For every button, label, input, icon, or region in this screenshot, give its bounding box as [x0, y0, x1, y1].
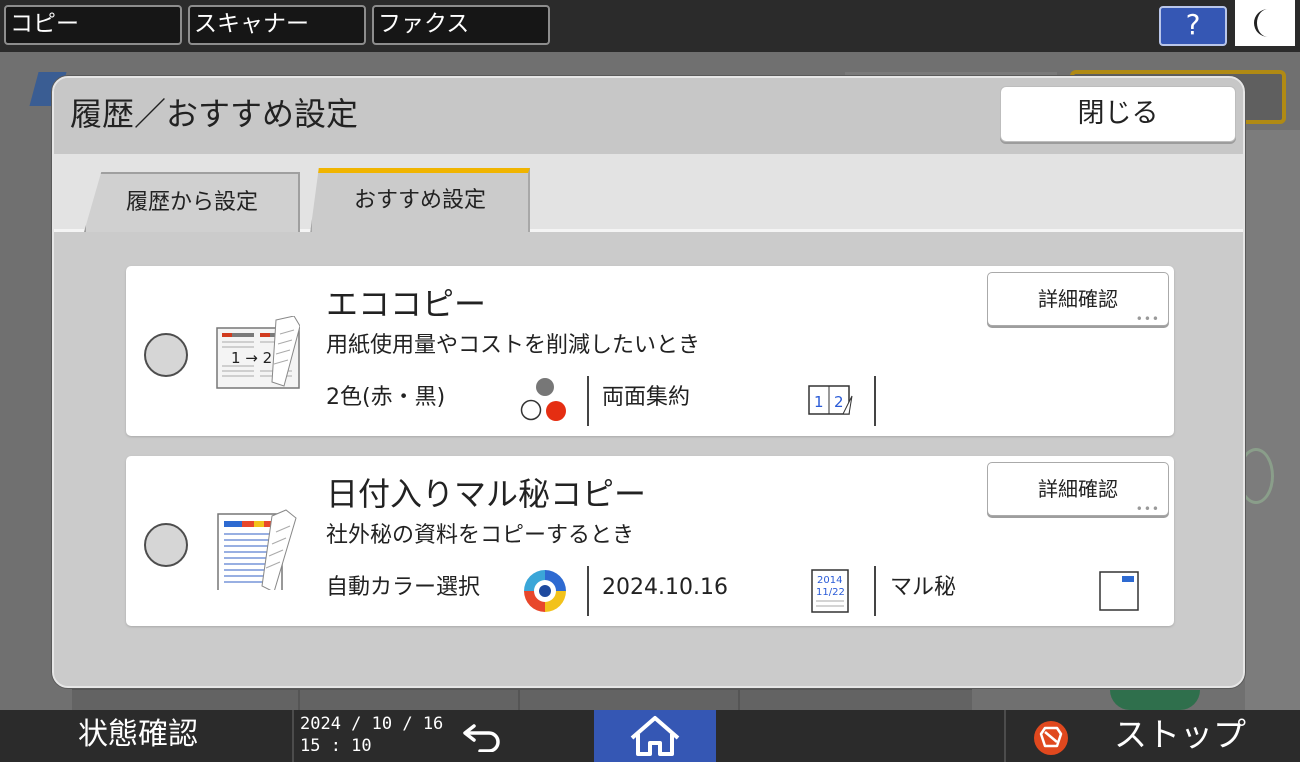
- preset-description: 社外秘の資料をコピーするとき: [326, 523, 635, 548]
- divider: [587, 566, 589, 616]
- tab-fax[interactable]: ファクス: [372, 5, 550, 45]
- top-bar: コピー スキャナー ファクス ?: [0, 0, 1300, 52]
- back-icon[interactable]: [462, 720, 504, 752]
- moon-icon: [1254, 9, 1268, 37]
- divider: [874, 566, 876, 616]
- date-stamp-icon: 2014 11/22: [811, 569, 849, 613]
- tab-history[interactable]: 履歴から設定: [84, 172, 300, 232]
- more-icon: •••: [1135, 502, 1160, 516]
- auto-color-icon: [524, 570, 566, 612]
- date-text: 2024 / 10 / 16: [300, 714, 444, 734]
- preset-settings-row: 自動カラー選択: [326, 571, 480, 605]
- more-icon: •••: [1135, 312, 1160, 326]
- tab-copy[interactable]: コピー: [4, 5, 182, 45]
- divider: [874, 376, 876, 426]
- dated-confidential-thumbnail-icon: [217, 509, 297, 590]
- setting-label: 自動カラー選択: [326, 575, 481, 600]
- close-button[interactable]: 閉じる: [1000, 86, 1236, 142]
- preset-radio[interactable]: [144, 333, 188, 377]
- background-start-button: [1110, 690, 1200, 710]
- background-panel: [1245, 130, 1300, 710]
- preset-card[interactable]: 1 → 2 エココピー 用紙使用量やコストを削減したいとき 2色(赤・黒) 両面…: [126, 266, 1174, 436]
- home-icon: [630, 716, 680, 756]
- time-text: 15 : 10: [300, 736, 372, 756]
- thumb-label: 1 → 2: [231, 349, 272, 367]
- duplex-combine-icon: 1 2: [808, 385, 853, 415]
- setting-label: 両面集約: [602, 385, 691, 410]
- preset-settings-row: 両面集約: [602, 381, 690, 415]
- preset-title: 日付入りマル秘コピー: [326, 475, 647, 513]
- divider: [587, 376, 589, 426]
- two-color-icon: [520, 378, 566, 421]
- tab-scanner[interactable]: スキャナー: [188, 5, 366, 45]
- dialog-title: 履歴／おすすめ設定: [70, 95, 359, 133]
- clock: 2024 / 10 / 16 15 : 10: [300, 713, 443, 757]
- stop-button[interactable]: ストップ: [1114, 710, 1246, 760]
- tab-bar: 履歴から設定 おすすめ設定: [54, 154, 1243, 234]
- tab-recommended[interactable]: おすすめ設定: [310, 168, 530, 234]
- detail-button[interactable]: 詳細確認 •••: [987, 462, 1169, 516]
- preset-radio[interactable]: [144, 523, 188, 567]
- setting-label: 2024.10.16: [602, 575, 728, 600]
- svg-text:1: 1: [814, 393, 824, 411]
- svg-text:11/22: 11/22: [816, 587, 845, 598]
- preset-description: 用紙使用量やコストを削減したいとき: [326, 333, 701, 358]
- divider: [1004, 710, 1006, 762]
- preset-list: 1 → 2 エココピー 用紙使用量やコストを削減したいとき 2色(赤・黒) 両面…: [54, 232, 1243, 686]
- setting-label: 2色(赤・黒): [326, 385, 446, 410]
- eco-copy-thumbnail-icon: 1 → 2: [216, 316, 300, 389]
- detail-label: 詳細確認: [1038, 477, 1118, 501]
- preset-settings-row: 2024.10.16: [602, 571, 728, 605]
- detail-button[interactable]: 詳細確認 •••: [987, 272, 1169, 326]
- preset-card[interactable]: 日付入りマル秘コピー 社外秘の資料をコピーするとき 自動カラー選択 2024.1…: [126, 456, 1174, 626]
- home-button[interactable]: [594, 710, 716, 762]
- recall-dialog: 履歴／おすすめ設定 閉じる 履歴から設定 おすすめ設定 1 → 2 エココピー …: [52, 76, 1245, 688]
- detail-label: 詳細確認: [1038, 287, 1118, 311]
- confidential-stamp-icon: [1099, 571, 1139, 611]
- dialog-header: 履歴／おすすめ設定 閉じる: [54, 78, 1243, 154]
- svg-text:2014: 2014: [817, 575, 842, 586]
- energy-saver-button[interactable]: [1235, 0, 1295, 46]
- preset-settings-row: マル秘: [890, 571, 956, 605]
- background-tabs: [72, 688, 972, 712]
- status-check-button[interactable]: 状態確認: [78, 710, 198, 760]
- preset-title: エココピー: [326, 285, 487, 323]
- preset-settings-row: 2色(赤・黒): [326, 381, 445, 415]
- divider: [292, 710, 294, 762]
- stop-icon[interactable]: [1033, 720, 1069, 756]
- setting-label: マル秘: [890, 575, 957, 600]
- bottom-bar: 状態確認 2024 / 10 / 16 15 : 10 ストップ: [0, 710, 1300, 762]
- help-button[interactable]: ?: [1159, 6, 1227, 46]
- svg-text:2: 2: [834, 393, 844, 411]
